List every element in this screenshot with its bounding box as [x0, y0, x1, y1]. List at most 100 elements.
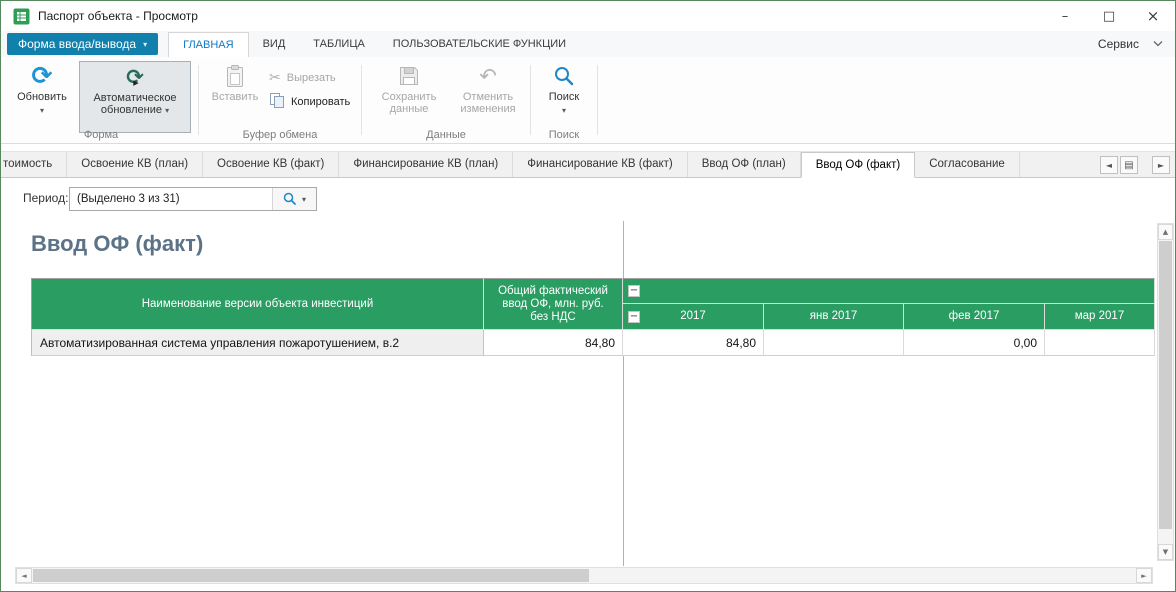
row-jan-cell[interactable] [764, 330, 904, 356]
ribbon-group-data: Сохранить данные ↶ Отменить изменения Да… [362, 57, 530, 143]
minimize-button[interactable]: – [1043, 1, 1087, 31]
group-label-form: Форма [5, 129, 197, 141]
horizontal-scrollbar[interactable]: ◄ ► [15, 567, 1153, 584]
column-header-year-2017[interactable]: − 2017 [623, 304, 764, 330]
scroll-down-button[interactable]: ▼ [1158, 544, 1173, 560]
paste-button[interactable]: Вставить [207, 61, 263, 133]
group-label-clipboard: Буфер обмена [199, 129, 361, 141]
horizontal-scrollbar-thumb[interactable] [33, 569, 589, 582]
tab-vvod-of-fakt[interactable]: Ввод ОФ (факт) [801, 152, 916, 178]
auto-refresh-icon: ⟳ ▶ [126, 62, 144, 92]
app-window: Паспорт объекта - Просмотр – □ × Форма в… [0, 0, 1176, 592]
row-year-cell[interactable]: 84,80 [623, 330, 764, 356]
scroll-up-button[interactable]: ▲ [1158, 224, 1173, 240]
close-button[interactable]: × [1131, 1, 1175, 31]
chevron-down-icon: ▾ [40, 105, 44, 117]
chevron-down-icon: ▾ [165, 106, 169, 115]
paste-label: Вставить [212, 91, 259, 103]
chevron-down-icon: ▾ [143, 40, 147, 49]
collapse-band-button[interactable]: − [628, 285, 640, 297]
chevron-down-icon[interactable] [1153, 40, 1163, 47]
column-band-header[interactable]: − [623, 278, 1155, 304]
copy-label: Копировать [291, 96, 350, 108]
vertical-scrollbar-thumb[interactable] [1159, 241, 1172, 529]
tab-osvoenie-kv-plan[interactable]: Освоение КВ (план) [67, 152, 203, 177]
ribbon-tab-table[interactable]: ТАБЛИЦА [299, 32, 379, 57]
search-button[interactable]: Поиск ▾ [537, 61, 591, 133]
row-name-cell[interactable]: Автоматизированная система управления по… [31, 330, 484, 356]
tab-stoimost[interactable]: тоимость [1, 152, 67, 177]
ribbon-tab-row: Форма ввода/вывода ▾ ГЛАВНАЯ ВИД ТАБЛИЦА… [1, 31, 1175, 57]
cut-icon: ✂ [269, 70, 281, 86]
column-header-mar-2017[interactable]: мар 2017 [1045, 304, 1155, 330]
period-combo-buttons[interactable]: ▾ [272, 188, 316, 210]
ribbon-tab-main[interactable]: ГЛАВНАЯ [168, 32, 248, 57]
column-header-name[interactable]: Наименование версии объекта инвестиций [31, 278, 484, 330]
tab-soglasovanie[interactable]: Согласование [915, 152, 1020, 177]
year-label: 2017 [680, 310, 706, 323]
ribbon-tab-view[interactable]: ВИД [249, 32, 300, 57]
column-header-jan-2017[interactable]: янв 2017 [764, 304, 904, 330]
auto-refresh-toggle[interactable]: ⟳ ▶ Автоматическое обновление ▾ [79, 61, 191, 133]
document-tabstrip: тоимость Освоение КВ (план) Освоение КВ … [1, 151, 1175, 178]
undo-changes-label: Отменить изменения [450, 91, 526, 115]
form-io-menu-button[interactable]: Форма ввода/вывода ▾ [7, 33, 158, 55]
row-total-cell[interactable]: 84,80 [484, 330, 623, 356]
window-title: Паспорт объекта - Просмотр [38, 9, 198, 23]
frozen-column-divider [623, 221, 624, 566]
ribbon-toolbar: ⟳ Обновить ▾ ⟳ ▶ Автоматическое обновлен… [1, 57, 1175, 144]
sheet-title: Ввод ОФ (факт) [31, 231, 203, 257]
column-header-total[interactable]: Общий фактический ввод ОФ, млн. руб. без… [484, 278, 623, 330]
period-combobox[interactable]: (Выделено 3 из 31) ▾ [69, 187, 317, 211]
collapse-year-button[interactable]: − [628, 311, 640, 323]
tab-vvod-of-plan[interactable]: Ввод ОФ (план) [688, 152, 801, 177]
tab-list-button[interactable]: ▤ [1120, 156, 1138, 174]
service-menu[interactable]: Сервис [1098, 31, 1139, 57]
cut-label: Вырезать [287, 72, 336, 84]
group-label-data: Данные [362, 129, 530, 141]
refresh-button[interactable]: ⟳ Обновить ▾ [11, 61, 73, 133]
tab-finansirovanie-kv-plan[interactable]: Финансирование КВ (план) [339, 152, 513, 177]
undo-changes-button[interactable]: ↶ Отменить изменения [450, 61, 526, 133]
search-icon[interactable] [283, 192, 297, 206]
maximize-button[interactable]: □ [1087, 1, 1131, 31]
ribbon-tab-user-functions[interactable]: ПОЛЬЗОВАТЕЛЬСКИЕ ФУНКЦИИ [379, 32, 580, 57]
copy-icon [269, 92, 285, 112]
search-label: Поиск [549, 91, 579, 103]
group-label-search: Поиск [531, 129, 597, 141]
refresh-label: Обновить [17, 91, 67, 103]
scroll-right-button[interactable]: ► [1136, 568, 1152, 583]
app-icon [13, 8, 30, 25]
copy-button[interactable]: Копировать [269, 91, 350, 113]
period-value: (Выделено 3 из 31) [70, 188, 272, 210]
save-data-button[interactable]: Сохранить данные [372, 61, 446, 133]
tab-osvoenie-kv-fakt[interactable]: Освоение КВ (факт) [203, 152, 339, 177]
tab-scroll-right-button[interactable]: ► [1152, 156, 1170, 174]
titlebar: Паспорт объекта - Просмотр – □ × [1, 1, 1175, 31]
ribbon-separator [597, 65, 598, 135]
period-label: Период: [23, 191, 68, 205]
window-controls: – □ × [1043, 1, 1175, 31]
filter-row: Период: (Выделено 3 из 31) ▾ [1, 179, 1175, 219]
vertical-scrollbar[interactable]: ▲ ▼ [1157, 223, 1174, 561]
ribbon-group-clipboard: Вставить ✂ Вырезать Копировать Буфер обм… [199, 57, 361, 143]
auto-refresh-label: Автоматическое обновление ▾ [80, 92, 190, 117]
ribbon-group-search: Поиск ▾ Поиск [531, 57, 597, 143]
undo-icon: ↶ [479, 61, 497, 91]
refresh-icon: ⟳ [32, 61, 53, 91]
tab-finansirovanie-kv-fakt[interactable]: Финансирование КВ (факт) [513, 152, 687, 177]
play-icon: ▶ [133, 71, 138, 95]
tab-navigation: ◄ ▤ ► [1100, 156, 1170, 174]
ribbon-group-form: ⟳ Обновить ▾ ⟳ ▶ Автоматическое обновлен… [5, 57, 197, 143]
column-header-feb-2017[interactable]: фев 2017 [904, 304, 1045, 330]
save-icon [398, 61, 420, 91]
row-feb-cell[interactable]: 0,00 [904, 330, 1045, 356]
save-data-label: Сохранить данные [372, 91, 446, 115]
scroll-left-button[interactable]: ◄ [16, 568, 32, 583]
tab-scroll-left-button[interactable]: ◄ [1100, 156, 1118, 174]
row-mar-cell[interactable] [1045, 330, 1155, 356]
chevron-down-icon[interactable]: ▾ [302, 195, 306, 204]
cut-button[interactable]: ✂ Вырезать [269, 67, 336, 89]
data-grid: Наименование версии объекта инвестиций О… [31, 278, 1155, 356]
paste-icon [224, 61, 246, 91]
